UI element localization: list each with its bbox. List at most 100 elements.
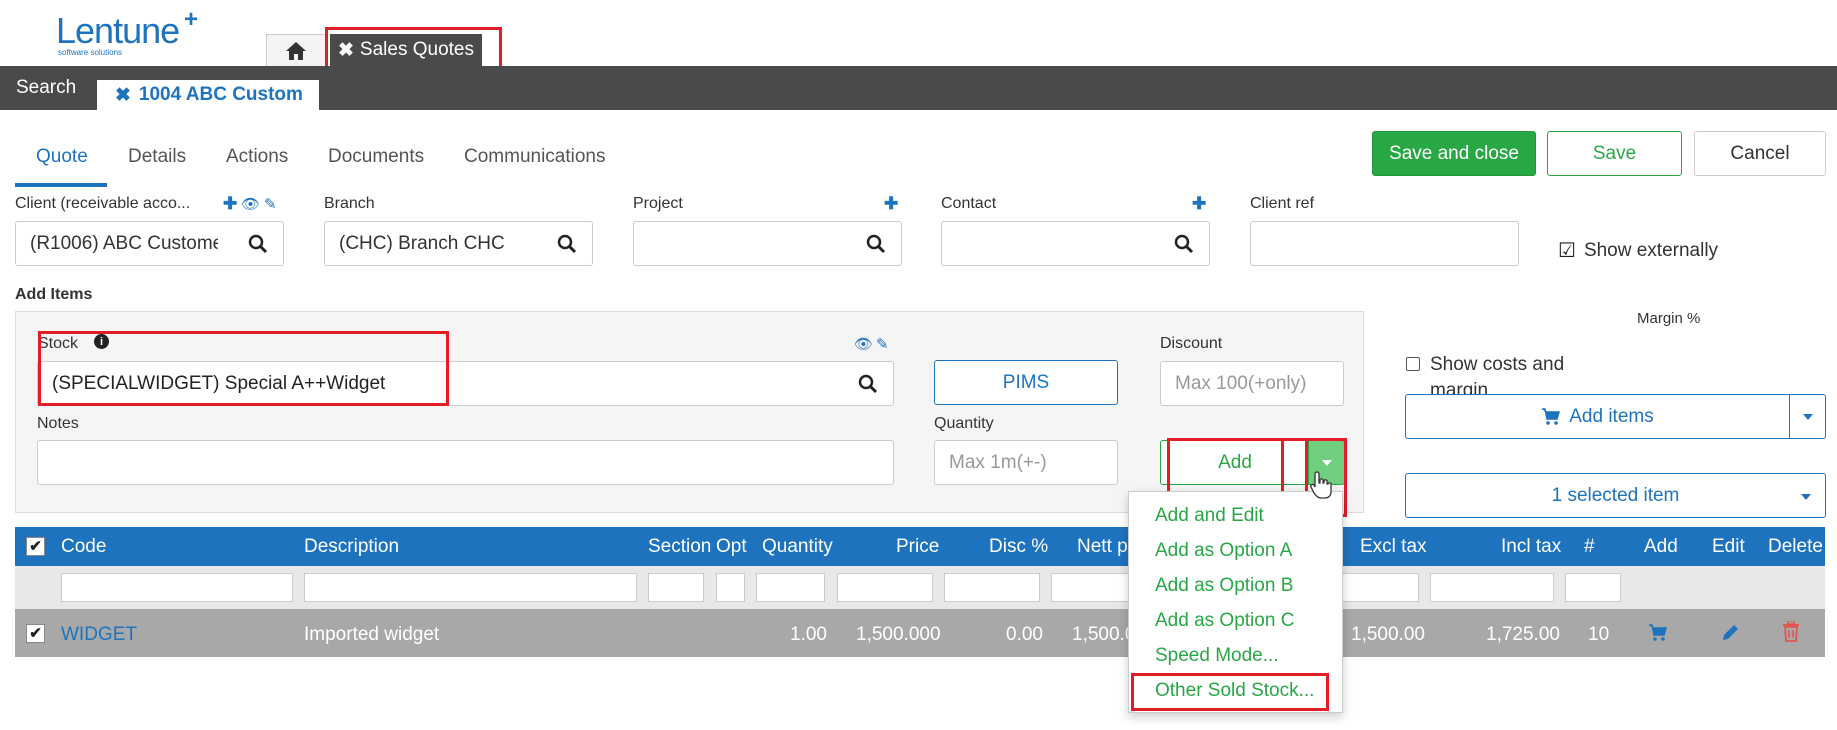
- selected-items-label: 1 selected item: [1551, 484, 1680, 506]
- col-incl-tax[interactable]: Incl tax: [1501, 536, 1561, 558]
- discount-input[interactable]: [1160, 361, 1344, 406]
- menu-item-add-option-b[interactable]: Add as Option B: [1129, 568, 1342, 603]
- row-nett-price: 1,500.0: [1072, 624, 1136, 645]
- client-input[interactable]: [15, 221, 233, 266]
- client-search-button[interactable]: [232, 221, 284, 266]
- tab-search[interactable]: Search: [0, 66, 95, 110]
- client-ref-input[interactable]: [1250, 221, 1519, 266]
- tab-sales-quotes[interactable]: ✖ Sales Quotes: [330, 34, 482, 66]
- search-icon: [248, 234, 267, 253]
- filter-price[interactable]: [837, 573, 933, 602]
- save-and-close-button[interactable]: Save and close: [1372, 131, 1536, 176]
- tab-sales-quotes-label: Sales Quotes: [359, 39, 474, 60]
- pims-button[interactable]: PIMS: [934, 360, 1118, 405]
- subtab-documents[interactable]: Documents: [328, 146, 424, 168]
- tab-search-label: Search: [16, 77, 77, 98]
- eye-icon[interactable]: 👁: [241, 195, 260, 213]
- add-icon[interactable]: ✚: [884, 194, 898, 214]
- filter-description[interactable]: [304, 573, 637, 602]
- col-price[interactable]: Price: [896, 536, 939, 558]
- col-edit: Edit: [1712, 536, 1745, 557]
- subtab-details[interactable]: Details: [128, 146, 186, 168]
- client-label: Client (receivable acco...: [15, 195, 191, 212]
- menu-item-add-and-edit[interactable]: Add and Edit: [1129, 498, 1342, 533]
- edit-icon[interactable]: ✎: [264, 195, 277, 213]
- notes-input[interactable]: [37, 440, 894, 485]
- home-icon: [286, 41, 306, 60]
- search-icon: [866, 234, 885, 253]
- project-input[interactable]: [633, 221, 851, 266]
- edit-icon[interactable]: ✎: [876, 335, 889, 353]
- tab-current-record[interactable]: ✖ 1004 ABC Custom: [97, 80, 319, 110]
- filter-opt[interactable]: [716, 573, 745, 602]
- checkbox-icon: [1406, 357, 1420, 371]
- logo-text: Lentune: [56, 10, 180, 51]
- col-code[interactable]: Code: [61, 536, 106, 558]
- col-number[interactable]: #: [1584, 536, 1595, 558]
- add-button[interactable]: Add: [1160, 440, 1309, 485]
- logo-plus: +: [184, 6, 199, 33]
- filter-code[interactable]: [61, 573, 293, 602]
- show-externally-checkbox[interactable]: ☑ Show externally: [1558, 238, 1718, 263]
- subtab-quote[interactable]: Quote: [36, 146, 88, 168]
- close-icon[interactable]: ✖: [115, 84, 131, 107]
- trash-icon[interactable]: [1782, 621, 1800, 642]
- col-nett-price[interactable]: Nett pr: [1077, 536, 1134, 558]
- add-items-button-label: Add items: [1569, 405, 1654, 427]
- quantity-input[interactable]: [934, 440, 1118, 485]
- cart-icon: [1542, 407, 1561, 425]
- add-icon[interactable]: ✚: [1192, 194, 1206, 214]
- menu-item-speed-mode[interactable]: Speed Mode...: [1129, 638, 1342, 673]
- show-externally-label: Show externally: [1583, 239, 1719, 261]
- subtab-communications[interactable]: Communications: [464, 146, 606, 168]
- add-items-button[interactable]: Add items: [1405, 394, 1790, 439]
- row-code-link[interactable]: WIDGET: [61, 624, 137, 646]
- info-icon[interactable]: i: [94, 334, 109, 349]
- menu-item-add-option-a[interactable]: Add as Option A: [1129, 533, 1342, 568]
- close-icon[interactable]: ✖: [338, 39, 354, 62]
- add-icon[interactable]: ✚: [223, 194, 237, 214]
- filter-incl-tax[interactable]: [1430, 573, 1554, 602]
- row-checkbox[interactable]: ✔: [26, 624, 45, 643]
- col-excl-tax[interactable]: Excl tax: [1360, 536, 1427, 558]
- filter-number[interactable]: [1565, 573, 1621, 602]
- filter-disc[interactable]: [944, 573, 1040, 602]
- client-ref-label: Client ref: [1250, 195, 1315, 212]
- subtab-actions[interactable]: Actions: [226, 146, 288, 168]
- home-tab[interactable]: [266, 34, 326, 66]
- margin-label: Margin %: [1637, 310, 1701, 327]
- branch-search-button[interactable]: [541, 221, 593, 266]
- col-disc[interactable]: Disc %: [989, 536, 1048, 558]
- cart-icon[interactable]: [1648, 624, 1668, 642]
- col-quantity[interactable]: Quantity: [762, 536, 833, 558]
- col-section[interactable]: Section: [648, 536, 711, 558]
- menu-item-add-option-c[interactable]: Add as Option C: [1129, 603, 1342, 638]
- eye-icon[interactable]: 👁: [854, 335, 873, 353]
- search-icon: [557, 234, 576, 253]
- col-opt[interactable]: Opt: [716, 536, 747, 558]
- select-all-checkbox[interactable]: ✔: [26, 537, 45, 556]
- stock-search-button[interactable]: [842, 361, 894, 406]
- filter-quantity[interactable]: [756, 573, 825, 602]
- table-row[interactable]: ✔ WIDGET Imported widget 1.00 1,500.000 …: [15, 609, 1825, 657]
- cancel-button[interactable]: Cancel: [1694, 131, 1826, 176]
- row-description: Imported widget: [304, 624, 440, 645]
- branch-input[interactable]: [324, 221, 542, 266]
- menu-item-other-sold-stock[interactable]: Other Sold Stock...: [1129, 673, 1342, 708]
- items-table-header: ✔ Code Description Section Opt Quantity …: [15, 527, 1825, 566]
- add-items-dropdown-toggle[interactable]: [1789, 394, 1826, 439]
- notes-label: Notes: [37, 415, 79, 432]
- project-search-button[interactable]: [850, 221, 902, 266]
- caret-down-icon: [1802, 413, 1813, 420]
- contact-input[interactable]: [941, 221, 1159, 266]
- contact-search-button[interactable]: [1158, 221, 1210, 266]
- col-description[interactable]: Description: [304, 536, 399, 558]
- save-button[interactable]: Save: [1547, 131, 1682, 176]
- search-icon: [858, 374, 877, 393]
- quantity-label: Quantity: [934, 415, 994, 432]
- pencil-icon[interactable]: [1720, 623, 1740, 643]
- stock-input[interactable]: [37, 361, 843, 406]
- filter-section[interactable]: [648, 573, 704, 602]
- selected-items-dropdown[interactable]: 1 selected item: [1405, 473, 1826, 518]
- branch-label: Branch: [324, 195, 375, 212]
